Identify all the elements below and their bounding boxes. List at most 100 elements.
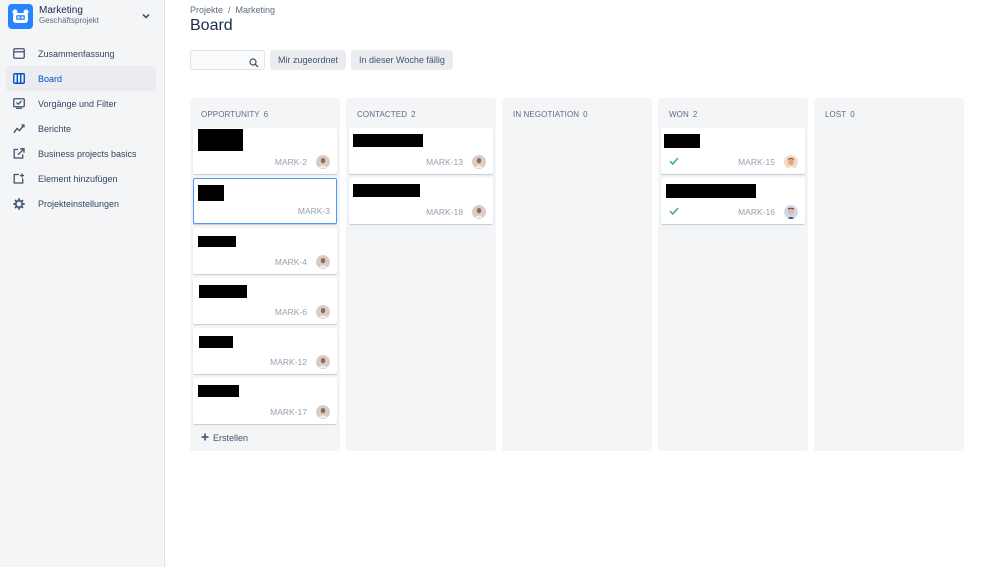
gear-icon: [13, 197, 25, 210]
filter-assigned-to-me-button[interactable]: Mir zugeordnet: [270, 50, 347, 70]
reports-chart-icon: [13, 123, 25, 135]
done-check-icon: [669, 203, 679, 216]
column-header: CONTACTED 2: [349, 100, 493, 128]
assignee-avatar[interactable]: [316, 155, 330, 169]
issue-card[interactable]: MARK-16: [661, 178, 805, 224]
column-header: LOST 0: [817, 100, 961, 128]
sidebar-item-label: Element hinzufügen: [38, 173, 118, 184]
assignee-avatar[interactable]: [316, 355, 330, 369]
issue-card-selected[interactable]: MARK-3: [193, 178, 337, 224]
issue-key[interactable]: MARK-12: [270, 357, 307, 367]
issue-key[interactable]: MARK-17: [270, 407, 307, 417]
board: OPPORTUNITY 6 MARK-2 MARK-3 MARK-4 MARK-…: [190, 98, 964, 451]
column-title: WON: [669, 109, 689, 119]
column-header: OPPORTUNITY 6: [193, 100, 337, 128]
assignee-avatar[interactable]: [316, 255, 330, 269]
issue-key[interactable]: MARK-18: [426, 207, 463, 217]
sidebar-item-label: Business projects basics: [38, 148, 137, 159]
sidebar-item-label: Board: [38, 73, 63, 84]
done-check-icon: [669, 153, 679, 166]
assignee-avatar[interactable]: [316, 405, 330, 419]
breadcrumb: Projekte / Marketing: [190, 5, 275, 15]
assignee-avatar[interactable]: [784, 155, 798, 169]
issue-key[interactable]: MARK-4: [275, 257, 307, 267]
issue-key[interactable]: MARK-15: [738, 157, 775, 167]
board-icon: [13, 73, 25, 85]
breadcrumb-projects-link[interactable]: Projekte: [190, 5, 223, 15]
redacted-summary: [198, 236, 236, 247]
sidebar-item-issues-filters[interactable]: Vorgänge und Filter: [6, 91, 156, 116]
summary-icon: [13, 48, 25, 60]
issue-card[interactable]: MARK-15: [661, 128, 805, 174]
plus-icon: [201, 433, 209, 443]
issue-key[interactable]: MARK-6: [275, 307, 307, 317]
sidebar-item-label: Berichte: [38, 123, 72, 134]
sidebar-item-label: Projekteinstellungen: [38, 198, 120, 209]
breadcrumb-project-link[interactable]: Marketing: [236, 5, 276, 15]
redacted-summary: [664, 134, 700, 148]
column-title: OPPORTUNITY: [201, 109, 260, 119]
sidebar-item-summary[interactable]: Zusammenfassung: [6, 41, 156, 66]
column-title: CONTACTED: [357, 109, 408, 119]
sidebar-item-board[interactable]: Board: [6, 66, 156, 91]
sidebar-item-reports[interactable]: Berichte: [6, 116, 156, 141]
column-contacted: CONTACTED 2 MARK-13 MARK-18: [346, 98, 496, 451]
assignee-avatar[interactable]: [472, 155, 486, 169]
column-count: 2: [692, 109, 698, 119]
page-title: Board: [190, 17, 233, 34]
redacted-summary: [353, 184, 420, 197]
sidebar-item-add-element[interactable]: Element hinzufügen: [6, 166, 156, 191]
assignee-avatar[interactable]: [316, 305, 330, 319]
column-title: LOST: [825, 109, 847, 119]
issue-key[interactable]: MARK-3: [298, 206, 330, 216]
column-count: 6: [263, 109, 269, 119]
assignee-avatar[interactable]: [784, 205, 798, 219]
column-in-negotiation: IN NEGOTIATION 0: [502, 98, 652, 451]
project-name: Marketing: [39, 5, 83, 16]
sidebar-item-business-basics[interactable]: Business projects basics: [6, 141, 156, 166]
column-won: WON 2 MARK-15 MARK-16: [658, 98, 808, 451]
issue-card[interactable]: MARK-12: [193, 328, 337, 374]
board-toolbar: Mir zugeordnet In dieser Woche fällig: [190, 50, 453, 70]
create-issue-button[interactable]: Erstellen: [193, 428, 337, 448]
column-header: WON 2: [661, 100, 805, 128]
issue-key[interactable]: MARK-2: [275, 157, 307, 167]
chevron-down-icon[interactable]: [140, 10, 152, 22]
sidebar-item-project-settings[interactable]: Projekteinstellungen: [6, 191, 156, 216]
sidebar-nav: Zusammenfassung Board Vorgänge und Filte…: [0, 41, 164, 216]
redacted-summary: [199, 285, 247, 298]
issue-key[interactable]: MARK-16: [738, 207, 775, 217]
project-avatar-icon: [8, 3, 33, 29]
issue-card[interactable]: MARK-2: [193, 128, 337, 174]
issue-card[interactable]: MARK-13: [349, 128, 493, 174]
redacted-summary: [666, 184, 756, 198]
column-title: IN NEGOTIATION: [513, 109, 580, 119]
sidebar-item-label: Zusammenfassung: [38, 48, 115, 59]
search-field: [190, 50, 265, 70]
column-opportunity: OPPORTUNITY 6 MARK-2 MARK-3 MARK-4 MARK-…: [190, 98, 340, 451]
issue-key[interactable]: MARK-13: [426, 157, 463, 167]
project-type: Geschäftsprojekt: [39, 16, 100, 25]
external-link-icon: [13, 148, 25, 160]
issue-card[interactable]: MARK-4: [193, 228, 337, 274]
filter-due-this-week-button[interactable]: In dieser Woche fällig: [351, 50, 453, 70]
redacted-summary: [199, 336, 233, 348]
issues-filter-icon: [13, 98, 25, 110]
redacted-summary: [353, 134, 423, 147]
redacted-summary: [198, 185, 224, 201]
issue-card[interactable]: MARK-18: [349, 178, 493, 224]
redacted-summary: [198, 129, 243, 151]
column-count: 0: [583, 109, 588, 119]
create-label: Erstellen: [213, 433, 249, 443]
breadcrumb-separator: /: [228, 5, 231, 15]
issue-card[interactable]: MARK-6: [193, 278, 337, 324]
main-content: Projekte / Marketing Board Mir zugeordne…: [165, 0, 999, 567]
project-switcher[interactable]: Marketing Geschäftsprojekt: [0, 1, 164, 31]
assignee-avatar[interactable]: [472, 205, 486, 219]
issue-card[interactable]: MARK-17: [193, 378, 337, 424]
add-item-icon: [13, 173, 25, 185]
column-count: 2: [411, 109, 416, 119]
column-count: 0: [850, 109, 855, 119]
redacted-summary: [198, 385, 239, 397]
search-icon: [249, 55, 259, 68]
